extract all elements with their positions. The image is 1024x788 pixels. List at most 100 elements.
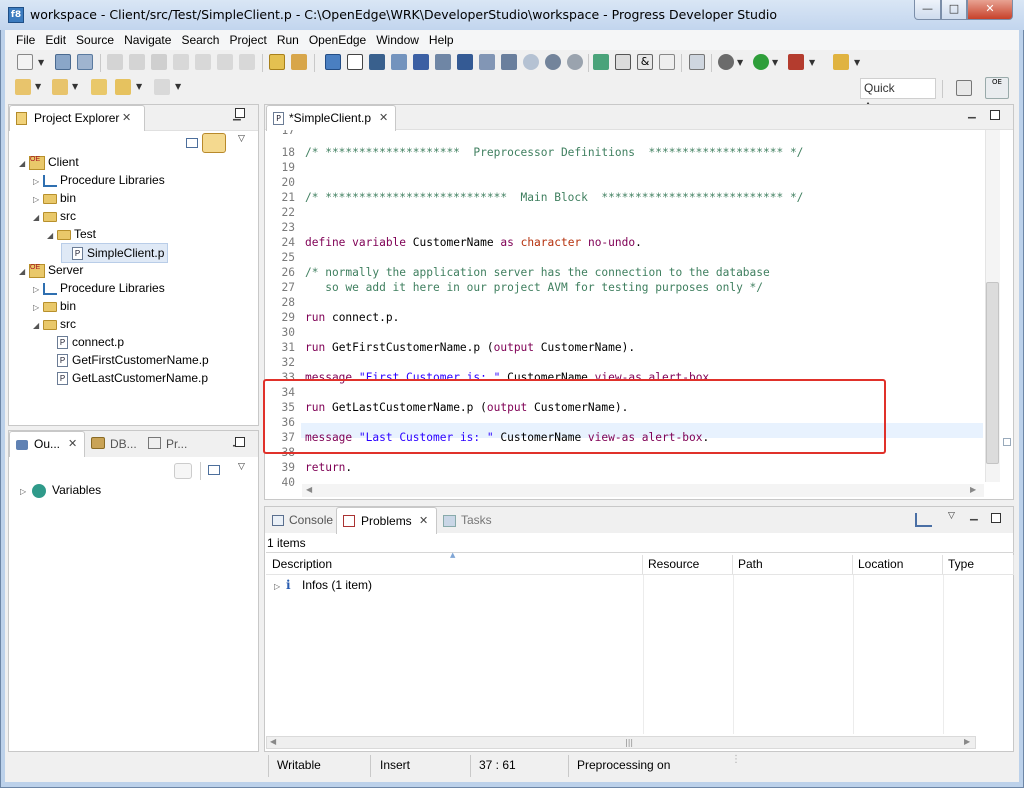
wizard-icon[interactable] (833, 54, 849, 70)
menu-openedge[interactable]: OpenEdge (304, 30, 371, 50)
tab-problems[interactable]: Problems ✕ (336, 507, 437, 534)
tree-item-bin[interactable]: ▷ bin (33, 297, 76, 317)
editor-horizontal-scrollbar[interactable] (302, 484, 984, 497)
view-menu-icon[interactable]: ▽ (238, 462, 245, 472)
r-compile-icon[interactable] (413, 54, 429, 70)
scroll-left-icon[interactable]: ◀ (306, 485, 312, 494)
menu-help[interactable]: Help (424, 30, 459, 50)
wizard-dropdown-icon[interactable]: ▼ (854, 58, 860, 67)
tree-item-src[interactable]: ◢ src (33, 207, 76, 227)
minimize-icon[interactable]: ▁ (970, 510, 978, 521)
debug-icon[interactable] (718, 54, 734, 70)
sort-icon[interactable] (174, 463, 192, 479)
globe-icon[interactable] (545, 54, 561, 70)
close-icon[interactable]: ✕ (419, 514, 428, 527)
problem-group-row[interactable]: ▷ i Infos (1 item) (274, 576, 372, 596)
menu-search[interactable]: Search (176, 30, 224, 50)
tab-console[interactable]: Console (289, 513, 333, 527)
code-line[interactable]: run connect.p. (305, 310, 399, 325)
column-header-location[interactable]: Location (853, 555, 943, 574)
new-icon[interactable] (17, 54, 33, 70)
collapse-all-icon[interactable] (208, 465, 220, 475)
column-header-resource[interactable]: Resource (643, 555, 733, 574)
view-menu-icon[interactable]: ▽ (948, 511, 955, 521)
close-icon[interactable]: ✕ (379, 111, 388, 124)
menu-run[interactable]: Run (272, 30, 304, 50)
toolbox-icon[interactable] (291, 54, 307, 70)
layout-icon[interactable] (391, 54, 407, 70)
open-perspective-icon[interactable] (956, 80, 972, 96)
ampersand-icon[interactable]: & (637, 54, 653, 70)
scrollbar-grip-icon[interactable]: ||| (625, 738, 633, 747)
tree-item-test[interactable]: ◢ Test (47, 225, 96, 245)
focus-icon[interactable] (915, 513, 932, 527)
next-annotation-dropdown-icon[interactable]: ▼ (35, 82, 41, 91)
close-button[interactable]: ✕ (967, 0, 1013, 20)
tab-outline[interactable]: Ou... ✕ (9, 431, 85, 457)
problems-horizontal-scrollbar[interactable] (266, 736, 976, 749)
scroll-right-icon[interactable]: ▶ (964, 737, 970, 746)
menu-source[interactable]: Source (71, 30, 119, 50)
tools-icon[interactable] (501, 54, 517, 70)
menu-project[interactable]: Project (224, 30, 271, 50)
maximize-icon[interactable] (235, 437, 245, 447)
back-icon[interactable] (115, 79, 131, 95)
collapse-icon[interactable]: ◢ (19, 155, 29, 173)
save-icon[interactable] (55, 54, 71, 70)
tab-simpleclient[interactable]: P *SimpleClient.p ✕ (266, 105, 396, 131)
oe-perspective-icon[interactable]: OE (985, 77, 1009, 99)
column-header-path[interactable]: Path (733, 555, 853, 574)
view-menu-icon[interactable]: ▽ (238, 134, 245, 144)
column-header-type[interactable]: Type (943, 555, 1014, 574)
menu-window[interactable]: Window (371, 30, 424, 50)
magnify-icon[interactable] (523, 54, 539, 70)
run-dropdown-icon[interactable]: ▼ (772, 58, 778, 67)
maximize-icon[interactable] (235, 108, 245, 118)
maximize-icon[interactable] (991, 513, 1001, 523)
quick-access-input[interactable]: Quick Access (860, 78, 936, 114)
debug-dropdown-icon[interactable]: ▼ (737, 58, 743, 67)
collapse-icon[interactable]: ◢ (19, 263, 29, 281)
close-icon[interactable]: ✕ (122, 111, 131, 124)
external-tools-icon[interactable] (788, 54, 804, 70)
next-annotation-icon[interactable] (15, 79, 31, 95)
run-icon[interactable] (753, 54, 769, 70)
tree-item-client[interactable]: ◢ OE Client (19, 153, 79, 173)
previous-annotation-dropdown-icon[interactable]: ▼ (72, 82, 78, 91)
collapse-icon[interactable]: ◢ (33, 209, 43, 227)
back-dropdown-icon[interactable]: ▼ (136, 82, 142, 91)
code-line[interactable]: /* *************************** Main Bloc… (305, 190, 803, 205)
external-tools-dropdown-icon[interactable]: ▼ (809, 58, 815, 67)
tree-item-simpleclient-p[interactable]: P SimpleClient.p (61, 243, 169, 263)
new-dropdown-icon[interactable]: ▼ (38, 58, 44, 67)
tree-item-src[interactable]: ◢ src (33, 315, 76, 335)
tree-item-bin[interactable]: ▷ bin (33, 189, 76, 209)
menu-navigate[interactable]: Navigate (119, 30, 176, 50)
collapse-icon[interactable]: ◢ (47, 227, 57, 245)
expand-icon[interactable]: ▷ (274, 578, 284, 596)
refresh-icon[interactable] (567, 54, 583, 70)
scroll-left-icon[interactable]: ◀ (270, 737, 276, 746)
outline-variables-item[interactable]: ▷ Variables (20, 481, 101, 501)
code-line[interactable]: run GetFirstCustomerName.p (output Custo… (305, 340, 635, 355)
collapse-all-icon[interactable] (186, 138, 198, 148)
editor-scrollbar-thumb[interactable] (986, 282, 999, 464)
form-icon[interactable] (347, 54, 363, 70)
save-all-icon[interactable] (77, 54, 93, 70)
build-icon[interactable] (269, 54, 285, 70)
last-edit-icon[interactable] (91, 79, 107, 95)
db-icon[interactable] (479, 54, 495, 70)
code-line[interactable]: so we add it here in our project AVM for… (305, 280, 763, 295)
db-structure-icon[interactable] (91, 437, 105, 449)
pen-icon[interactable] (615, 54, 631, 70)
previous-annotation-icon[interactable] (52, 79, 68, 95)
search-icon[interactable] (435, 54, 451, 70)
properties-icon[interactable] (148, 437, 161, 449)
tab-properties[interactable]: Pr... (166, 437, 187, 451)
grid-icon[interactable] (325, 54, 341, 70)
tree-item-getlastcustomername-p[interactable]: P GetLastCustomerName.p (47, 369, 208, 387)
code-line[interactable]: /* normally the application server has t… (305, 265, 770, 280)
scroll-right-icon[interactable]: ▶ (970, 485, 976, 494)
tree-item-procedure-libraries[interactable]: ▷ Procedure Libraries (33, 279, 165, 299)
tab-tasks[interactable]: Tasks (461, 513, 492, 527)
